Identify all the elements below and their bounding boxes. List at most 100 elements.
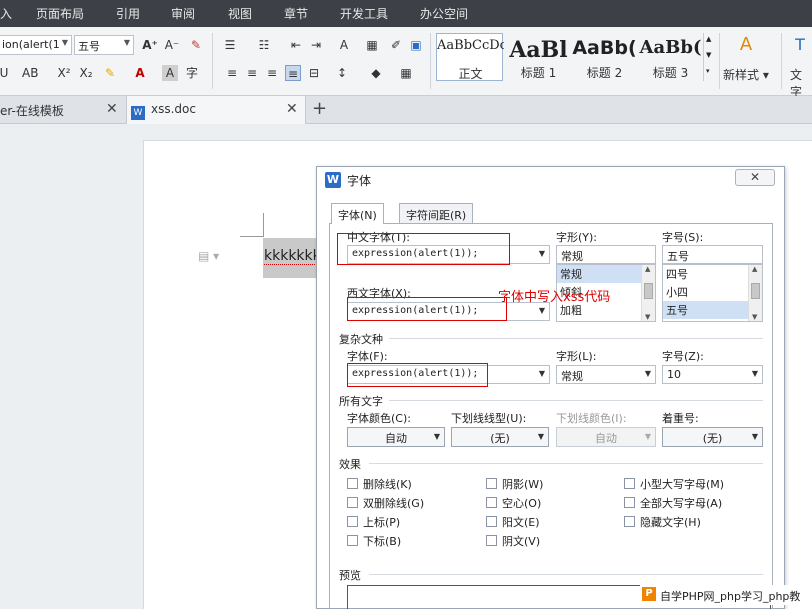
chevron-down-icon: ▼ xyxy=(645,313,651,321)
outline-checkbox[interactable]: 空心(O) xyxy=(486,495,541,511)
style-value: 常规 xyxy=(561,250,583,263)
numbered-list-icon[interactable]: ☷ xyxy=(256,37,272,53)
size-label: 字号(S): xyxy=(662,231,704,244)
align-center-icon[interactable]: ≡ xyxy=(244,65,260,81)
emboss-checkbox[interactable]: 阳文(E) xyxy=(486,514,540,530)
menu-insert[interactable]: 入 xyxy=(0,5,12,22)
new-style-button[interactable]: 新样式 ▾ xyxy=(723,66,769,83)
small-caps-checkbox[interactable]: 小型大写字母(M) xyxy=(624,476,724,492)
text-direction-icon[interactable]: A xyxy=(336,37,352,53)
section-divider xyxy=(389,338,763,339)
style-heading-1[interactable]: AaBl 标题 1 xyxy=(505,33,572,81)
checkbox-box[interactable] xyxy=(624,516,635,527)
all-caps-checkbox[interactable]: 全部大写字母(A) xyxy=(624,495,722,511)
bullet-list-icon[interactable]: ☰ xyxy=(222,37,238,53)
underline-style-dropdown[interactable]: (无) ▼ xyxy=(451,427,549,447)
shadow-checkbox[interactable]: 阴影(W) xyxy=(486,476,543,492)
scrollbar-thumb[interactable] xyxy=(751,283,760,299)
underline-color-dropdown: 自动 ▼ xyxy=(556,427,656,447)
grow-font-icon[interactable]: A⁺ xyxy=(142,37,158,53)
decrease-indent-icon[interactable]: ⇤ xyxy=(288,37,304,53)
superscript-checkbox[interactable]: 上标(P) xyxy=(347,514,400,530)
checkbox-box[interactable] xyxy=(624,497,635,508)
show-marks-icon[interactable]: ▣ xyxy=(408,37,424,53)
table-icon[interactable]: ▦ xyxy=(364,37,380,53)
align-right-icon[interactable]: ≡ xyxy=(264,65,280,81)
menu-review[interactable]: 审阅 xyxy=(171,5,195,22)
superscript-icon[interactable]: X² xyxy=(56,65,72,81)
close-icon[interactable]: ✕ xyxy=(106,101,118,117)
close-icon[interactable]: ✕ xyxy=(286,101,298,117)
size-input[interactable]: 五号 xyxy=(662,245,763,264)
engrave-checkbox[interactable]: 阴文(V) xyxy=(486,533,540,549)
phonetic-guide-icon[interactable]: 字 xyxy=(184,65,200,81)
align-left-icon[interactable]: ≡ xyxy=(224,65,240,81)
scrollbar-thumb[interactable] xyxy=(644,283,653,299)
increase-indent-icon[interactable]: ⇥ xyxy=(308,37,324,53)
style-caption: 标题 1 xyxy=(520,66,557,80)
new-style-label: 新样式 xyxy=(723,68,760,82)
borders-icon[interactable]: ▦ xyxy=(398,65,414,81)
distributed-icon[interactable]: ⊟ xyxy=(306,65,322,81)
text-tools-icon[interactable]: T xyxy=(792,37,808,53)
justify-icon[interactable]: ≡ xyxy=(285,65,301,81)
style-normal[interactable]: AaBbCcDc 正文 xyxy=(436,33,504,81)
char-shading-icon[interactable]: A xyxy=(162,65,178,81)
underline-icon[interactable]: U xyxy=(0,65,12,81)
emphasis-dropdown[interactable]: (无) ▼ xyxy=(662,427,763,447)
underline-color-value: 自动 xyxy=(595,432,617,445)
checkbox-box[interactable] xyxy=(486,535,497,546)
font-name-combo[interactable]: ion(alert(1 ▼ xyxy=(0,35,72,55)
dialog-close-button[interactable]: ✕ xyxy=(735,169,775,186)
line-spacing-icon[interactable]: ↕ xyxy=(334,65,350,81)
double-strikethrough-checkbox[interactable]: 双删除线(G) xyxy=(347,495,424,511)
menu-developer[interactable]: 开发工具 xyxy=(340,5,388,22)
style-heading-2[interactable]: AaBb( 标题 2 xyxy=(571,33,638,81)
format-painter-icon[interactable]: ✐ xyxy=(388,37,404,53)
shrink-font-icon[interactable]: A⁻ xyxy=(164,37,180,53)
checkbox-label: 小型大写字母(M) xyxy=(640,478,725,491)
checkbox-box[interactable] xyxy=(486,516,497,527)
menu-chapter[interactable]: 章节 xyxy=(284,5,308,22)
style-heading-3[interactable]: AaBb( 标题 3 xyxy=(637,33,704,81)
font-color-icon[interactable]: A xyxy=(132,65,148,81)
styles-scroll[interactable]: ▲ ▼ ▾ xyxy=(703,33,715,81)
highlight-icon[interactable]: ✎ xyxy=(102,65,118,81)
subscript-icon[interactable]: X₂ xyxy=(78,65,94,81)
scrollbar[interactable]: ▲ ▼ xyxy=(748,265,762,321)
checkbox-box[interactable] xyxy=(486,478,497,489)
size-listbox[interactable]: 四号 小四 五号 ▲ ▼ xyxy=(662,264,763,322)
checkbox-box[interactable] xyxy=(347,497,358,508)
complex-style-select[interactable]: 常规 ▼ xyxy=(556,365,656,384)
text-tools-label[interactable]: 文字 xyxy=(790,66,812,100)
dialog-title-bar[interactable]: W 字体 ✕ xyxy=(317,167,784,193)
font-size-combo[interactable]: 五号 ▼ xyxy=(74,35,134,55)
clear-format-icon[interactable]: ✎ xyxy=(188,37,204,53)
style-input[interactable]: 常规 xyxy=(556,245,656,264)
tab-xss-doc[interactable]: Wxss.doc xyxy=(126,96,306,124)
strikethrough-icon[interactable]: AB xyxy=(22,65,38,81)
menu-references[interactable]: 引用 xyxy=(116,5,140,22)
checkbox-box[interactable] xyxy=(347,535,358,546)
new-style-icon[interactable]: A xyxy=(735,36,757,59)
scrollbar[interactable]: ▲ ▼ xyxy=(641,265,655,321)
paragraph-handle-icon[interactable]: ▤ ▾ xyxy=(198,249,219,263)
checkbox-box[interactable] xyxy=(347,516,358,527)
selected-text[interactable]: kkkkkkkk xyxy=(263,238,319,278)
strikethrough-checkbox[interactable]: 删除线(K) xyxy=(347,476,412,492)
checkbox-box[interactable] xyxy=(624,478,635,489)
menu-page-layout[interactable]: 页面布局 xyxy=(36,5,84,22)
shading-fill-icon[interactable]: ◆ xyxy=(368,65,384,81)
tab-char-spacing[interactable]: 字符间距(R) xyxy=(399,203,474,223)
subscript-checkbox[interactable]: 下标(B) xyxy=(347,533,401,549)
new-tab-icon[interactable]: + xyxy=(312,98,327,119)
tab-font[interactable]: 字体(N) xyxy=(331,203,384,224)
complex-size-select[interactable]: 10 ▼ xyxy=(662,365,763,384)
checkbox-box[interactable] xyxy=(486,497,497,508)
menu-view[interactable]: 视图 xyxy=(228,5,252,22)
checkbox-box[interactable] xyxy=(347,478,358,489)
hidden-text-checkbox[interactable]: 隐藏文字(H) xyxy=(624,514,701,530)
ribbon-separator xyxy=(781,33,782,89)
menu-office-space[interactable]: 办公空间 xyxy=(420,5,468,22)
font-color-dropdown[interactable]: 自动 ▼ xyxy=(347,427,445,447)
